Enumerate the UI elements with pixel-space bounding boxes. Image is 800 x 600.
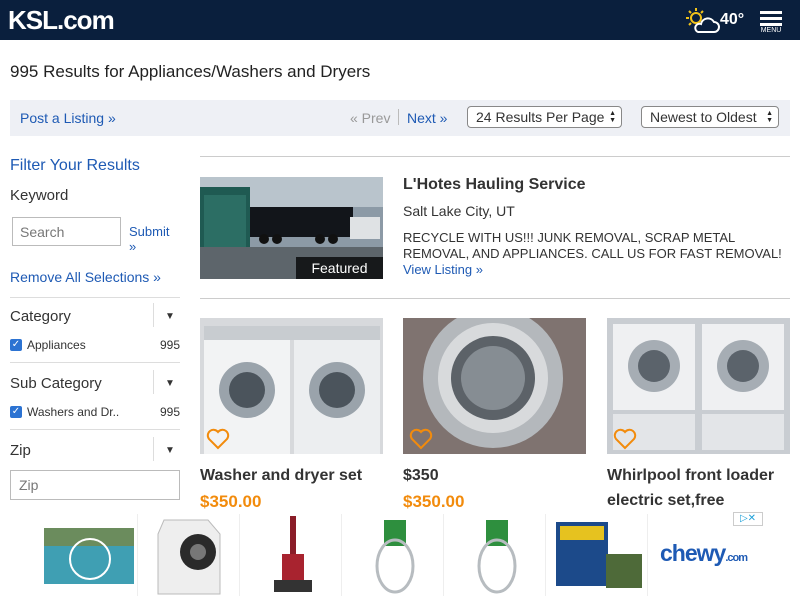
listing-price: $350.00 <box>200 492 262 511</box>
featured-listing-image[interactable]: Featured <box>200 177 383 279</box>
featured-listing-title[interactable]: L'Hotes Hauling Service <box>403 176 586 194</box>
favorite-heart-icon[interactable] <box>206 428 230 450</box>
divider <box>200 156 790 157</box>
ad-product-airline-kit[interactable] <box>448 514 546 596</box>
divider <box>153 437 154 461</box>
select-arrows-icon: ▲ ▼ <box>766 110 773 124</box>
ksl-logo[interactable]: KSL.com <box>8 5 115 36</box>
listing-title[interactable]: $350 <box>403 463 586 488</box>
listing-price: $350.00 <box>403 492 465 511</box>
divider <box>153 303 154 327</box>
category-facet-title[interactable]: Category <box>10 308 71 325</box>
subcategory-count: 995 <box>159 405 180 419</box>
subcategory-checkbox[interactable]: ✓ <box>10 406 22 418</box>
featured-description-text: RECYCLE WITH US!!! JUNK REMOVAL, SCRAP M… <box>403 230 782 261</box>
menu-label: MENU <box>760 27 782 34</box>
view-listing-link[interactable]: View Listing » <box>403 262 483 277</box>
per-page-value: 24 Results Per Page <box>476 109 605 125</box>
keyword-submit-link[interactable]: Submit » <box>129 224 180 254</box>
ad-close-icon[interactable]: ▷✕ <box>733 512 763 526</box>
zip-input[interactable]: Zip <box>10 470 180 500</box>
page-title: 995 Results for Appliances/Washers and D… <box>10 62 371 81</box>
menu-button[interactable]: MENU <box>758 11 784 35</box>
favorite-heart-icon[interactable] <box>409 428 433 450</box>
keyword-label: Keyword <box>10 187 69 204</box>
category-count: 995 <box>159 338 180 352</box>
ad-product-dispenser[interactable] <box>142 514 240 596</box>
divider <box>10 362 180 363</box>
subcategory-facet-title[interactable]: Sub Category <box>10 375 102 392</box>
top-nav-bar: KSL.com 40° MENU <box>0 0 800 40</box>
post-listing-link[interactable]: Post a Listing » <box>20 110 116 126</box>
keyword-search-input[interactable]: Search <box>12 217 121 246</box>
divider <box>200 298 790 299</box>
featured-badge: Featured <box>296 257 383 279</box>
prev-page-link[interactable]: « Prev <box>350 110 390 126</box>
temperature: 40° <box>720 11 745 28</box>
sort-value: Newest to Oldest <box>650 109 757 125</box>
ad-product-air-tubing[interactable] <box>346 514 444 596</box>
filter-title: Filter Your Results <box>10 157 140 174</box>
pager-divider <box>398 109 399 125</box>
select-arrows-icon: ▲ ▼ <box>609 110 616 124</box>
chewy-suffix: .com <box>725 552 748 564</box>
ad-product-reptile-fogger[interactable] <box>550 514 648 596</box>
chewy-logo[interactable]: chewy.com <box>660 540 748 567</box>
ad-product-vacuum[interactable] <box>244 514 342 596</box>
remove-all-selections-link[interactable]: Remove All Selections » <box>10 269 161 285</box>
category-option-label: Appliances <box>27 338 86 352</box>
chevron-down-icon[interactable]: ▼ <box>165 378 175 389</box>
sort-select[interactable]: Newest to Oldest ▲ ▼ <box>641 106 779 128</box>
category-checkbox[interactable]: ✓ <box>10 339 22 351</box>
next-page-link[interactable]: Next » <box>407 110 447 126</box>
per-page-select[interactable]: 24 Results Per Page ▲ ▼ <box>467 106 622 128</box>
featured-listing-description: RECYCLE WITH US!!! JUNK REMOVAL, SCRAP M… <box>403 230 783 278</box>
zip-facet-title[interactable]: Zip <box>10 442 31 459</box>
divider <box>10 429 180 430</box>
favorite-heart-icon[interactable] <box>613 428 637 450</box>
featured-listing-location: Salt Lake City, UT <box>403 203 515 219</box>
subcategory-option-label: Washers and Dr.. <box>27 405 120 419</box>
listing-title[interactable]: Washer and dryer set <box>200 463 383 488</box>
chevron-down-icon[interactable]: ▼ <box>165 311 175 322</box>
divider <box>153 370 154 394</box>
listing-title[interactable]: Whirlpool front loader electric set,free <box>607 463 790 513</box>
results-toolbar: Post a Listing » « Prev Next » 24 Result… <box>10 100 790 136</box>
ad-product-pool-cleaner[interactable] <box>40 514 138 596</box>
chevron-down-icon[interactable]: ▼ <box>165 445 175 456</box>
divider <box>10 297 180 298</box>
chewy-brand: chewy <box>660 540 726 566</box>
